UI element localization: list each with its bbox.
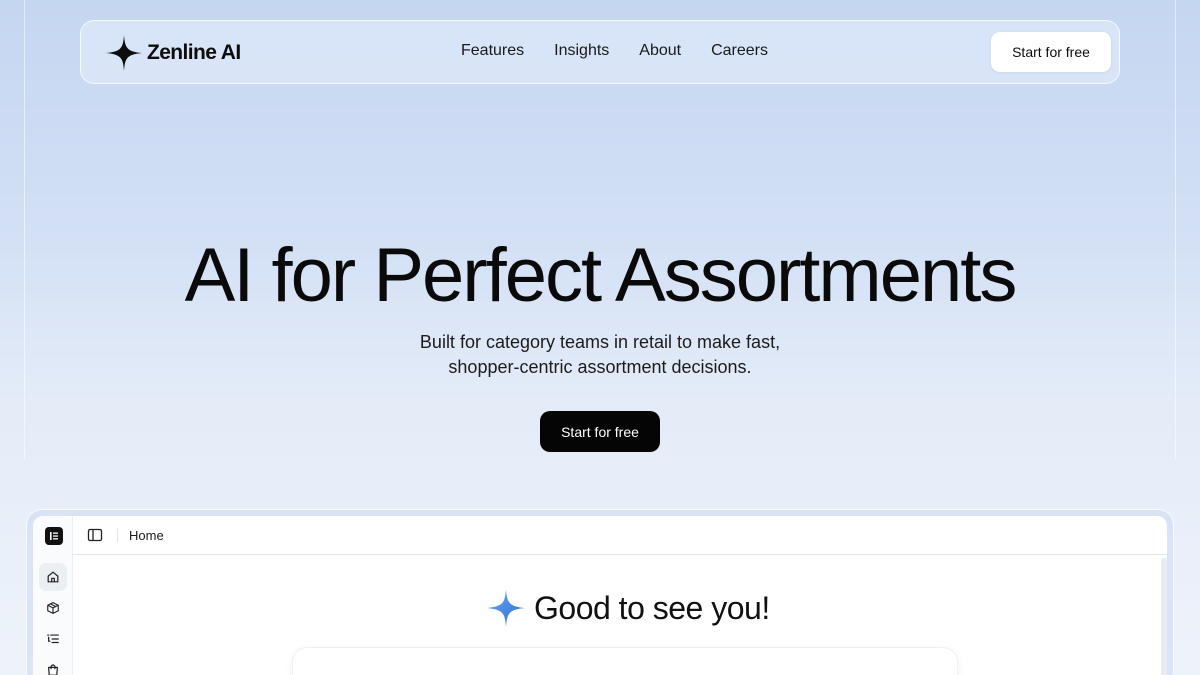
app-main: Good to see you! <box>73 556 1167 675</box>
nav-start-free-button[interactable]: Start for free <box>991 32 1111 72</box>
guide-line-right <box>1175 0 1176 460</box>
shopping-bag-icon <box>48 664 58 675</box>
four-point-star-icon <box>105 34 143 72</box>
scrollbar[interactable] <box>1161 558 1167 675</box>
package-icon <box>47 602 59 614</box>
app-sidebar <box>33 516 73 675</box>
sparkle-icon <box>487 589 525 627</box>
sidebar-toggle-icon[interactable] <box>87 527 103 543</box>
greeting: Good to see you! <box>486 588 770 628</box>
sidebar-bag-button[interactable] <box>39 656 67 675</box>
hero-subtitle-line-2: shopper-centric assortment decisions. <box>448 357 752 377</box>
brand-name: Zenline AI <box>147 41 241 64</box>
nav-link-features[interactable]: Features <box>461 42 524 60</box>
hero-subtitle-line-1: Built for category teams in retail to ma… <box>419 332 781 352</box>
sidebar-home-button[interactable] <box>39 563 67 591</box>
guide-line-left <box>24 0 25 460</box>
brand-logo[interactable]: Zenline AI <box>105 34 241 72</box>
app-logo-icon[interactable] <box>45 527 63 545</box>
sidebar-list-button[interactable] <box>39 625 67 653</box>
list-icon <box>47 634 59 644</box>
prompt-card[interactable] <box>293 648 957 675</box>
topbar-divider <box>117 528 118 542</box>
app-preview-window: Home Good to see you! <box>33 516 1167 675</box>
sidebar-products-button[interactable] <box>39 594 67 622</box>
nav-link-about[interactable]: About <box>639 42 681 60</box>
nav-link-insights[interactable]: Insights <box>554 42 609 60</box>
greeting-text: Good to see you! <box>534 589 770 626</box>
hero-subtitle: Built for category teams in retail to ma… <box>350 330 850 380</box>
hero-start-free-button[interactable]: Start for free <box>540 411 660 452</box>
breadcrumb[interactable]: Home <box>129 528 164 543</box>
nav-links: Features Insights About Careers <box>461 42 768 60</box>
home-icon <box>47 571 59 583</box>
nav-link-careers[interactable]: Careers <box>711 42 768 60</box>
navbar: Zenline AI Features Insights About Caree… <box>80 20 1120 84</box>
hero-title: AI for Perfect Assortments <box>184 233 1018 318</box>
app-topbar: Home <box>73 516 1167 555</box>
